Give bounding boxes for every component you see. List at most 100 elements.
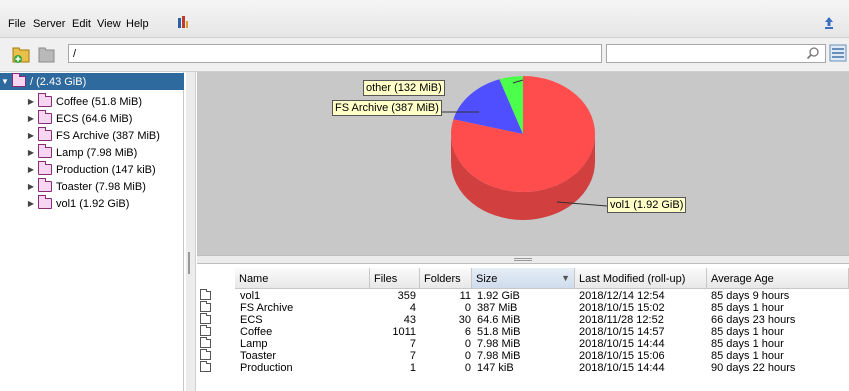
folder-icon xyxy=(200,361,211,372)
table-row[interactable]: Coffee 1011 6 51.8 MiB 2018/10/15 14:57 … xyxy=(197,325,849,338)
header-files[interactable]: Files xyxy=(370,268,420,289)
tree-item[interactable]: ▶ Coffee (51.8 MiB) xyxy=(0,93,184,110)
header-name[interactable]: Name xyxy=(235,268,370,289)
table-row[interactable]: vol1 359 11 1.92 GiB 2018/12/14 12:54 85… xyxy=(197,289,849,302)
cell-size: 64.6 MiB xyxy=(477,314,521,326)
cell-last-modified: 2018/10/15 14:57 xyxy=(579,326,665,338)
cell-folders: 0 xyxy=(464,338,471,350)
cell-folders: 6 xyxy=(464,326,471,338)
pie-label-vol1: vol1 (1.92 GiB) xyxy=(607,197,687,213)
tree-item[interactable]: ▶ ECS (64.6 MiB) xyxy=(0,110,184,127)
menu-view[interactable]: View xyxy=(97,18,121,30)
cell-name: FS Archive xyxy=(240,302,294,314)
cell-average-age: 85 days 1 hour xyxy=(711,326,784,338)
expanded-arrow-icon[interactable]: ▼ xyxy=(0,77,10,86)
collapsed-arrow-icon[interactable]: ▶ xyxy=(26,114,36,123)
folder-icon xyxy=(200,325,211,336)
cell-average-age: 90 days 22 hours xyxy=(711,362,796,374)
menubar: File Server Edit View Help xyxy=(0,0,849,38)
pie-top xyxy=(451,76,595,192)
collapsed-arrow-icon[interactable]: ▶ xyxy=(26,131,36,140)
tree-item[interactable]: ▶ vol1 (1.92 GiB) xyxy=(0,195,184,212)
folder-icon xyxy=(200,289,211,300)
search-input[interactable] xyxy=(606,44,826,63)
sort-descending-icon: ▼ xyxy=(561,273,570,283)
pie-chart xyxy=(437,76,608,220)
pie-label-other: other (132 MiB) xyxy=(363,80,445,96)
tree-root-label: / (2.43 GiB) xyxy=(30,75,87,88)
folder-icon xyxy=(38,127,52,141)
tree-root[interactable]: ▼ / (2.43 GiB) xyxy=(0,73,184,90)
folder-icon xyxy=(38,161,52,175)
pie-label-fs-archive: FS Archive (387 MiB) xyxy=(332,100,442,116)
cell-name: Production xyxy=(240,362,293,374)
path-input[interactable] xyxy=(68,44,602,63)
table-row[interactable]: FS Archive 4 0 387 MiB 2018/10/15 15:02 … xyxy=(197,301,849,314)
cell-folders: 30 xyxy=(458,314,471,326)
folder-tree: ▼ / (2.43 GiB) ▶ Coffee (51.8 MiB) ▶ ECS… xyxy=(0,72,184,391)
cell-size: 51.8 MiB xyxy=(477,326,521,338)
tree-item-label: Lamp (7.98 MiB) xyxy=(56,146,138,159)
update-icon[interactable] xyxy=(823,16,835,30)
collapsed-arrow-icon[interactable]: ▶ xyxy=(26,199,36,208)
search-icon[interactable] xyxy=(806,46,820,60)
collapsed-arrow-icon[interactable]: ▶ xyxy=(26,165,36,174)
tree-item-label: ECS (64.6 MiB) xyxy=(56,112,133,125)
tree-item[interactable]: ▶ FS Archive (387 MiB) xyxy=(0,127,184,144)
tree-item[interactable]: ▶ Production (147 kiB) xyxy=(0,161,184,178)
table-row[interactable]: ECS 43 30 64.6 MiB 2018/11/28 12:52 66 d… xyxy=(197,313,849,326)
header-size[interactable]: Size ▼ xyxy=(472,268,575,289)
file-table: Name Files Folders Size ▼ Last Modified … xyxy=(197,264,849,391)
cell-name: ECS xyxy=(240,314,263,326)
cell-average-age: 85 days 9 hours xyxy=(711,290,790,302)
list-view-icon[interactable] xyxy=(829,44,847,62)
table-row[interactable]: Production 1 0 147 kiB 2018/10/15 14:44 … xyxy=(197,361,849,374)
tree-item[interactable]: ▶ Lamp (7.98 MiB) xyxy=(0,144,184,161)
app-logo-icon xyxy=(178,16,188,28)
header-average-age[interactable]: Average Age xyxy=(707,268,849,289)
cell-name: Toaster xyxy=(240,350,277,362)
cell-average-age: 85 days 1 hour xyxy=(711,302,784,314)
cell-average-age: 85 days 1 hour xyxy=(711,338,784,350)
tree-item-label: Toaster (7.98 MiB) xyxy=(56,180,146,193)
cell-name: Coffee xyxy=(240,326,273,338)
folder-icon xyxy=(200,337,211,348)
cell-folders: 0 xyxy=(464,302,471,314)
menu-edit[interactable]: Edit xyxy=(72,18,91,30)
cell-last-modified: 2018/11/28 12:52 xyxy=(579,314,664,326)
remove-icon[interactable] xyxy=(36,43,56,65)
folder-icon xyxy=(200,349,211,360)
menu-file[interactable]: File xyxy=(8,18,26,30)
folder-add-icon[interactable] xyxy=(11,43,31,65)
folder-icon xyxy=(200,301,211,312)
cell-size: 1.92 GiB xyxy=(477,290,520,302)
cell-size: 7.98 MiB xyxy=(477,338,521,350)
pie-chart-panel: other (132 MiB) FS Archive (387 MiB) vol… xyxy=(197,72,849,255)
vertical-splitter[interactable] xyxy=(186,72,196,391)
menu-server[interactable]: Server xyxy=(33,18,65,30)
collapsed-arrow-icon[interactable]: ▶ xyxy=(26,148,36,157)
cell-files: 4 xyxy=(409,302,416,314)
collapsed-arrow-icon[interactable]: ▶ xyxy=(26,182,36,191)
table-row[interactable]: Toaster 7 0 7.98 MiB 2018/10/15 15:06 85… xyxy=(197,349,849,362)
splitter-grip-icon[interactable] xyxy=(188,252,190,274)
header-size-label: Size xyxy=(476,273,498,285)
tree-item[interactable]: ▶ Toaster (7.98 MiB) xyxy=(0,178,184,195)
cell-files: 359 xyxy=(397,290,416,302)
cell-last-modified: 2018/10/15 15:02 xyxy=(579,302,665,314)
header-last-modified[interactable]: Last Modified (roll-up) xyxy=(575,268,707,289)
cell-last-modified: 2018/10/15 14:44 xyxy=(579,338,665,350)
cell-files: 1011 xyxy=(392,326,416,338)
folder-icon xyxy=(38,93,52,107)
folder-icon xyxy=(38,195,52,209)
cell-last-modified: 2018/10/15 14:44 xyxy=(579,362,665,374)
splitter-grip-icon[interactable] xyxy=(514,258,532,261)
header-folders[interactable]: Folders xyxy=(420,268,472,289)
tree-item-label: Coffee (51.8 MiB) xyxy=(56,95,143,108)
menu-help[interactable]: Help xyxy=(126,18,149,30)
collapsed-arrow-icon[interactable]: ▶ xyxy=(26,97,36,106)
table-row[interactable]: Lamp 7 0 7.98 MiB 2018/10/15 14:44 85 da… xyxy=(197,337,849,350)
cell-files: 1 xyxy=(409,362,416,374)
cell-last-modified: 2018/10/15 15:06 xyxy=(579,350,665,362)
cell-last-modified: 2018/12/14 12:54 xyxy=(579,290,665,302)
